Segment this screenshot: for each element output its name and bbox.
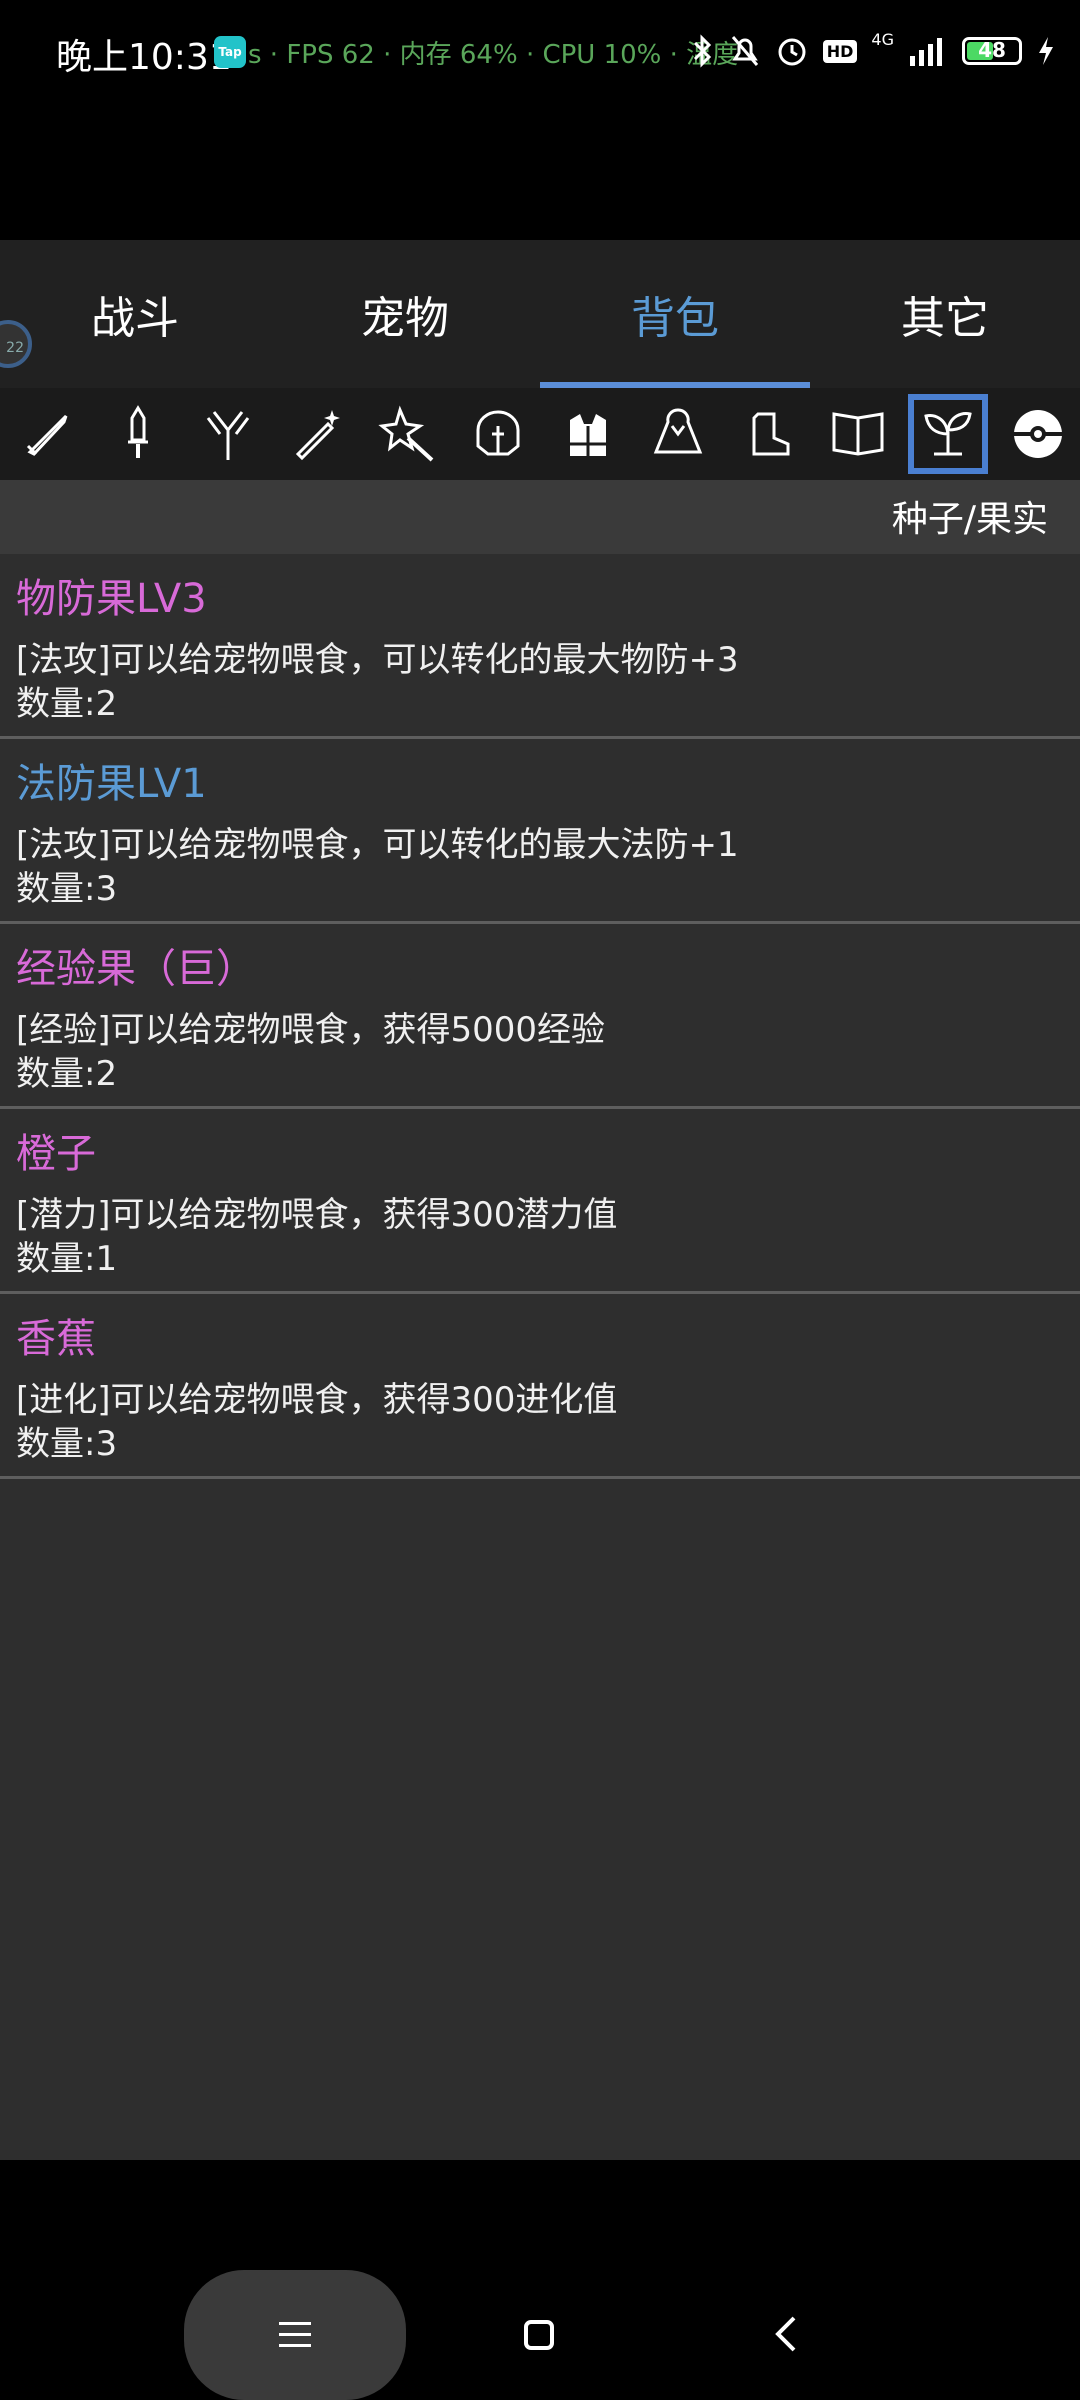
battery-level: 48 (978, 38, 1006, 62)
category-armor[interactable] (548, 394, 628, 474)
item-quantity: 数量:1 (16, 1239, 118, 1279)
category-dagger[interactable] (98, 394, 178, 474)
item-name: 物防果LV3 (16, 576, 207, 622)
helmet-icon (476, 410, 520, 456)
battery-icon: 48 (962, 37, 1022, 65)
mute-bell-icon (731, 36, 758, 66)
fps-overlay: s · FPS 62 · 内存 64% · CPU 10% · 温度 (248, 40, 739, 70)
list-item[interactable]: 法防果LV1 [法攻]可以给宠物喂食，可以转化的最大法防+1 数量:3 (0, 739, 1080, 924)
system-nav-bar (0, 2160, 1080, 2400)
home-button[interactable] (524, 2320, 554, 2350)
back-icon[interactable] (772, 2312, 800, 2356)
menu-button[interactable] (184, 2270, 406, 2400)
sword-icon (26, 414, 68, 456)
tab-pet[interactable]: 宠物 (270, 240, 540, 388)
tab-other[interactable]: 其它 (810, 240, 1080, 388)
category-sword[interactable] (8, 394, 88, 474)
list-item[interactable]: 香蕉 [进化]可以给宠物喂食，获得300进化值 数量:3 (0, 1294, 1080, 1479)
signal-icon (910, 38, 942, 66)
dagger-icon (128, 405, 148, 458)
item-name: 橙子 (16, 1131, 96, 1177)
category-pokeball[interactable] (998, 394, 1078, 474)
tab-battle[interactable]: 战斗 (0, 240, 270, 388)
category-book[interactable] (818, 394, 898, 474)
item-name: 经验果（巨） (16, 946, 256, 992)
status-time: 晚上10:31 (56, 37, 232, 78)
staff-icon (206, 411, 250, 460)
charging-bolt-icon (1039, 37, 1053, 65)
tab-backpack[interactable]: 背包 (540, 240, 810, 388)
item-quantity: 数量:2 (16, 1054, 118, 1094)
app-container: 战斗 宠物 背包 其它 22 种子/果实 物防果LV3 [法攻]可以给宠物喂食，… (0, 240, 1080, 2160)
book-icon (832, 412, 884, 456)
status-icons: HD 4G 48 (691, 26, 1056, 76)
item-description: [进化]可以给宠物喂食，获得300进化值 (16, 1380, 618, 1420)
cloak-icon (653, 408, 703, 454)
item-name: 香蕉 (16, 1316, 96, 1362)
item-description: [法攻]可以给宠物喂食，可以转化的最大法防+1 (16, 825, 739, 865)
status-bar: 晚上10:31 Tap s · FPS 62 · 内存 64% · CPU 10… (0, 0, 1080, 104)
pokeball-icon (1014, 410, 1062, 458)
alarm-icon (778, 38, 806, 66)
category-cloak[interactable] (638, 394, 718, 474)
armor-icon (570, 414, 606, 456)
item-quantity: 数量:2 (16, 684, 118, 724)
item-quantity: 数量:3 (16, 1424, 118, 1464)
sparkle-wand-icon (378, 405, 434, 462)
list-item[interactable]: 物防果LV3 [法攻]可以给宠物喂食，可以转化的最大物防+3 数量:2 (0, 554, 1080, 739)
category-helmet[interactable] (458, 394, 538, 474)
filter-label[interactable]: 种子/果实 (892, 490, 1048, 542)
magic-wand-icon (295, 410, 340, 461)
item-list: 物防果LV3 [法攻]可以给宠物喂食，可以转化的最大物防+3 数量:2 法防果L… (0, 554, 1080, 1479)
list-item[interactable]: 经验果（巨） [经验]可以给宠物喂食，获得5000经验 数量:2 (0, 924, 1080, 1109)
boots-icon (752, 412, 790, 456)
seed-icon (924, 412, 972, 456)
network-type: 4G (871, 29, 894, 49)
menu-icon (279, 2322, 311, 2347)
main-tabs: 战斗 宠物 背包 其它 (0, 240, 1080, 388)
item-description: [法攻]可以给宠物喂食，可以转化的最大物防+3 (16, 640, 739, 680)
item-name: 法防果LV1 (16, 761, 207, 807)
bluetooth-icon (693, 34, 711, 68)
tap-badge-icon: Tap (214, 36, 246, 68)
filter-bar: 种子/果实 (0, 480, 1080, 554)
category-magic-wand[interactable] (278, 394, 358, 474)
item-quantity: 数量:3 (16, 869, 118, 909)
category-staff[interactable] (188, 394, 268, 474)
category-sparkle-wand[interactable] (368, 394, 448, 474)
category-bar (0, 388, 1080, 480)
category-seed[interactable] (908, 394, 988, 474)
list-item[interactable]: 橙子 [潜力]可以给宠物喂食，获得300潜力值 数量:1 (0, 1109, 1080, 1294)
category-boots[interactable] (728, 394, 808, 474)
item-description: [经验]可以给宠物喂食，获得5000经验 (16, 1010, 606, 1050)
item-description: [潜力]可以给宠物喂食，获得300潜力值 (16, 1195, 618, 1235)
hd-badge: HD (822, 39, 858, 63)
